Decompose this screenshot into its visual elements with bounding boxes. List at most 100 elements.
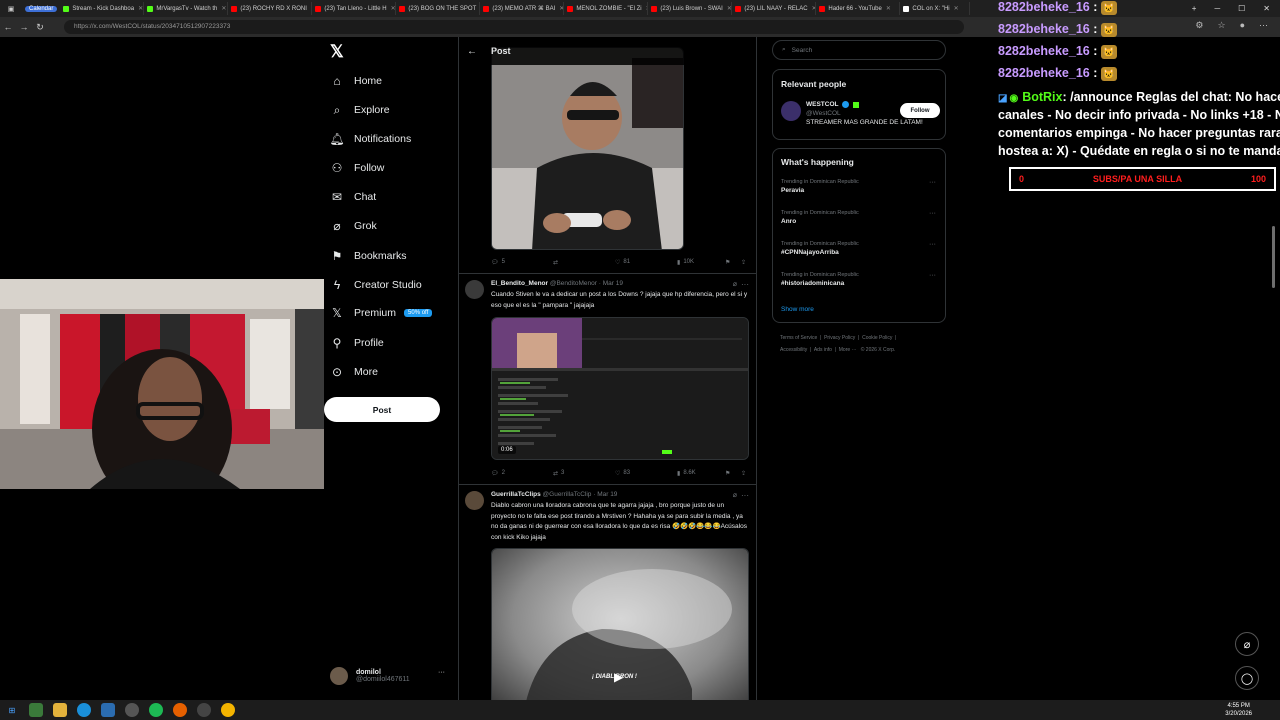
grok-explain-icon[interactable]: ⌀ — [733, 280, 737, 288]
tab-close-icon[interactable]: ✕ — [727, 5, 732, 12]
start-icon[interactable]: ⊞ — [5, 703, 19, 717]
search-input[interactable]: ⌕ Search — [772, 40, 946, 60]
spotify-icon[interactable] — [149, 703, 163, 717]
store-icon[interactable] — [101, 703, 115, 717]
grok-fab-icon[interactable]: ⌀ — [1235, 632, 1259, 656]
tweet-author-handle[interactable]: @GuerrillaTcClip — [543, 491, 592, 498]
show-more-link[interactable]: Show more — [781, 306, 814, 313]
browser-tab[interactable]: (23) ROCHY RD X RONI✕ — [228, 2, 313, 15]
share-icon[interactable]: ⇪ — [741, 259, 746, 266]
tweet-more-icon[interactable]: ··· — [741, 491, 749, 500]
account-switcher[interactable]: domilol @domiilol467611 ··· — [330, 663, 450, 689]
tweet-author-name[interactable]: GuerrillaTcClips — [491, 491, 541, 498]
tab-close-icon[interactable]: ✕ — [138, 5, 143, 12]
close-window-icon[interactable]: ✕ — [1263, 4, 1270, 13]
like-action[interactable]: ♡ 83 — [615, 470, 630, 477]
window-menu-icon[interactable]: ▣ — [6, 2, 16, 16]
tab-close-icon[interactable]: ✕ — [221, 5, 226, 12]
nav-item-profile[interactable]: ⚲ Profile — [330, 333, 384, 353]
views-action[interactable]: ▮ 10K — [677, 259, 694, 266]
nav-item-follow[interactable]: ⚇ Follow — [330, 158, 385, 178]
nav-item-home[interactable]: ⌂ Home — [330, 71, 382, 91]
avatar[interactable] — [465, 491, 484, 510]
browser-tab[interactable]: Stream - Kick Dashboa ✕ — [60, 2, 145, 15]
trend-item[interactable]: Trending in Dominican Republic Anro ··· — [781, 210, 936, 225]
nav-item-grok[interactable]: ⌀ Grok — [330, 216, 376, 236]
post-image[interactable] — [491, 47, 684, 250]
tab-close-icon[interactable]: ✕ — [391, 5, 396, 12]
trend-item[interactable]: Trending in Dominican Republic Peravia ··· — [781, 179, 936, 194]
repost-action[interactable]: ⇄ — [553, 259, 561, 266]
trend-more-icon[interactable]: ··· — [929, 241, 936, 248]
maximize-icon[interactable]: ☐ — [1238, 4, 1245, 13]
browser-tab[interactable]: MENOL ZOMBIE - "El Zi✕ — [564, 2, 649, 15]
favorites-icon[interactable]: ☆ — [1217, 20, 1225, 31]
forward-icon[interactable]: → — [16, 22, 32, 32]
nav-item-notifications[interactable]: 🔔︎ Notifications — [329, 129, 411, 149]
browser-tab[interactable]: (23) LIL NAAY - RELAC ✕ — [732, 2, 817, 15]
footer-link-terms[interactable]: Terms of Service — [780, 335, 817, 341]
reload-icon[interactable]: ↻ — [32, 22, 48, 33]
trend-item[interactable]: Trending in Dominican Republic #historiad… — [781, 272, 936, 287]
browser-tab[interactable]: (23) Tan Lleno - Little H ✕ — [312, 2, 397, 15]
share-icon[interactable]: ⇪ — [741, 470, 746, 477]
page-scrollbar[interactable] — [1272, 226, 1275, 288]
url-field[interactable]: https://x.com/WestCOL/status/20347105129… — [64, 20, 964, 34]
browser-tab[interactable]: (23) BOG ON THE SPOT✕ — [396, 2, 481, 15]
file-explorer-icon[interactable] — [53, 703, 67, 717]
person-name[interactable]: WESTCOL — [806, 101, 839, 108]
browser-tab[interactable]: COL on X: "Hi ✕ — [900, 2, 971, 15]
browser-tab[interactable]: MrVargasTv - Watch th ✕ — [144, 2, 229, 15]
nav-item-creator-studio[interactable]: ϟ Creator Studio — [330, 275, 422, 295]
bookmark-icon[interactable]: ⚑ — [725, 259, 730, 266]
app-icon[interactable] — [197, 703, 211, 717]
extensions-icon[interactable]: ⚙ — [1195, 20, 1203, 31]
account-more-icon[interactable]: ··· — [438, 669, 445, 676]
reply-action[interactable]: 💬︎ 2 — [491, 470, 505, 477]
messages-fab-icon[interactable]: ◯ — [1235, 666, 1259, 690]
like-action[interactable]: ♡ 81 — [615, 259, 630, 266]
chat-username[interactable]: 8282beheke_16 — [998, 22, 1090, 36]
trend-item[interactable]: Trending in Dominican Republic #CPNNajayo… — [781, 241, 936, 256]
browser-menu-icon[interactable]: ⋯ — [1259, 20, 1268, 31]
tweet-video[interactable]: 0:06 — [491, 317, 749, 460]
back-arrow-icon[interactable]: ← — [467, 46, 477, 57]
footer-link-accessibility[interactable]: Accessibility — [780, 347, 807, 353]
bookmark-icon[interactable]: ⚑ — [725, 470, 730, 477]
chat-username[interactable]: BotRix — [1022, 90, 1062, 104]
tab-group-calendar[interactable]: Calendar — [25, 5, 58, 12]
edge-icon[interactable] — [77, 703, 91, 717]
minimize-icon[interactable]: ─ — [1214, 4, 1220, 13]
obs-icon[interactable] — [125, 703, 139, 717]
footer-link-ads[interactable]: Ads info — [814, 347, 832, 353]
follow-button[interactable]: Follow — [900, 103, 940, 118]
chrome-icon[interactable] — [221, 703, 235, 717]
avatar[interactable] — [781, 101, 801, 121]
tab-close-icon[interactable]: ✕ — [886, 5, 891, 12]
repost-action[interactable]: ⇄ 3 — [553, 470, 564, 477]
trend-more-icon[interactable]: ··· — [929, 272, 936, 279]
x-logo-icon[interactable]: 𝕏 — [330, 42, 344, 62]
post-button[interactable]: Post — [324, 397, 440, 422]
tweet-date[interactable]: Mar 19 — [603, 280, 623, 287]
chat-username[interactable]: 8282beheke_16 — [998, 66, 1090, 80]
footer-link-privacy[interactable]: Privacy Policy — [824, 335, 855, 341]
nav-item-bookmarks[interactable]: ⚑ Bookmarks — [330, 246, 407, 266]
tab-close-icon[interactable]: ✕ — [954, 5, 959, 12]
back-icon[interactable]: ← — [0, 22, 16, 32]
nav-item-chat[interactable]: ✉ Chat — [330, 187, 376, 207]
system-clock[interactable]: 4:55 PM 3/20/2026 — [1225, 702, 1252, 718]
browser-tab[interactable]: (23) Luis Brown - SWAI ✕ — [648, 2, 733, 15]
nav-item-premium[interactable]: 𝕏 Premium 50% off — [330, 303, 433, 323]
tweet-author-handle[interactable]: @BenditoMenor — [550, 280, 597, 287]
play-icon[interactable]: ▶ — [614, 670, 623, 684]
footer-link-more[interactable]: More ··· — [839, 347, 857, 353]
profile-icon[interactable]: ● — [1240, 20, 1245, 31]
terminal-icon[interactable] — [29, 703, 43, 717]
tweet-more-icon[interactable]: ··· — [741, 280, 749, 289]
nav-item-explore[interactable]: ⌕ Explore — [330, 100, 390, 120]
views-action[interactable]: ▮ 8.6K — [677, 470, 696, 477]
chat-username[interactable]: 8282beheke_16 — [998, 0, 1090, 14]
tweet-date[interactable]: Mar 19 — [597, 491, 617, 498]
trend-more-icon[interactable]: ··· — [929, 179, 936, 186]
